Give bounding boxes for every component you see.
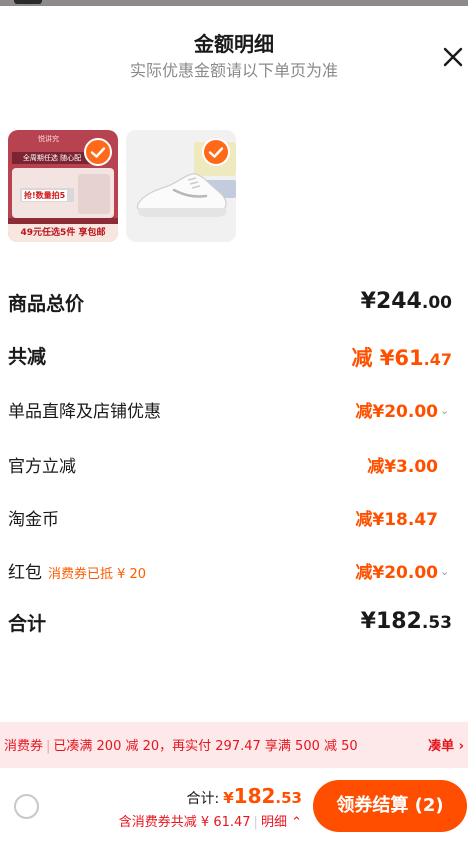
add-items-link[interactable]: 凑单 › — [428, 735, 464, 754]
divider: | — [253, 815, 258, 830]
total-decimal: .53 — [421, 613, 452, 633]
discount-value: 减¥3.00 — [367, 452, 438, 477]
product-thumbnail-2[interactable] — [126, 130, 236, 242]
footer-total-integer: 182 — [233, 784, 276, 808]
page-subtitle: 实际优惠金额请以下单页为准 — [129, 61, 338, 80]
detail-toggle[interactable]: 明细 ⌃ — [261, 815, 302, 830]
total-label: 合计 — [8, 613, 47, 635]
coupon-applied-tag: 消费券已抵 ¥ 20 — [48, 567, 147, 582]
status-bar-strip — [0, 0, 468, 6]
page-title: 金额明细 — [194, 32, 274, 56]
discount-value: 减¥20.00 ⌄ — [355, 558, 452, 583]
chevron-right-icon: › — [458, 739, 464, 754]
coupon-progress-text: 已凑满 200 减 20，再实付 297.47 享满 500 减 50 — [53, 739, 358, 754]
thumbnail-band-text: 全周期任选 随心配 — [12, 152, 92, 164]
total-discount-value: 减 ¥61.47 — [351, 342, 452, 372]
selected-check-icon[interactable] — [202, 138, 230, 166]
chevron-down-icon[interactable]: ⌄ — [440, 565, 452, 578]
currency-symbol: ¥ — [223, 789, 234, 807]
select-all-radio[interactable] — [14, 794, 39, 819]
subtotal-value: ¥244.00 — [361, 289, 452, 314]
chevron-down-icon[interactable]: ⌄ — [440, 404, 452, 417]
discount-label: 红包 — [8, 563, 42, 583]
discount-row-redpacket[interactable]: 红包 消费券已抵 ¥ 20 减¥20.00 ⌄ — [8, 558, 460, 588]
total-value: ¥182.53 — [361, 609, 452, 634]
discount-note-text: 含消费券共减 ¥ 61.47 — [118, 815, 251, 830]
thumbnail-side-pack — [78, 174, 110, 214]
currency-symbol: ¥ — [379, 346, 395, 370]
footer-total-decimal: .53 — [275, 789, 302, 807]
chevron-up-icon: ⌃ — [291, 815, 302, 830]
discount-row-coins: 淘金币 减¥18.47 — [8, 505, 460, 535]
currency-symbol: ¥ — [360, 609, 376, 634]
subtotal-integer: 244 — [375, 289, 422, 314]
discount-label: 单品直降及店铺优惠 — [8, 402, 161, 422]
discount-amount: 减¥3.00 — [367, 457, 438, 477]
checkout-bar: 合计: ¥182.53 含消费券共减 ¥ 61.47 | 明细 ⌃ 领券结算 (2) — [0, 768, 468, 842]
coupon-type: 消费券 — [4, 739, 44, 754]
total-discount-row: 共减 减 ¥61.47 — [8, 342, 460, 372]
discount-row-store[interactable]: 单品直降及店铺优惠 减¥20.00 ⌄ — [8, 397, 460, 427]
discount-amount: 减¥20.00 — [355, 402, 438, 422]
coupon-banner[interactable]: 消费券 | 已凑满 200 减 20，再实付 297.47 享满 500 减 50 … — [0, 722, 468, 768]
total-integer: 182 — [375, 609, 422, 634]
total-discount-decimal: .47 — [423, 350, 452, 369]
discount-value: 减¥20.00 ⌄ — [355, 397, 452, 422]
total-discount-integer: 61 — [394, 346, 424, 370]
subtotal-decimal: .00 — [421, 293, 452, 313]
subtotal-row: 商品总价 ¥244.00 — [8, 289, 460, 319]
product-thumbnail-1[interactable]: 悦讲究 全周期任选 随心配 抢!数量拍5 49元任选5件 享包邮 — [8, 130, 118, 242]
total-discount-label: 共减 — [8, 346, 47, 368]
total-row: 合计 ¥182.53 — [8, 609, 460, 639]
selected-check-icon[interactable] — [84, 138, 112, 166]
footer-total: 合计: ¥182.53 — [187, 784, 302, 808]
footer-discount-note: 含消费券共减 ¥ 61.47 | 明细 ⌃ — [119, 811, 302, 830]
thumbnail-badge-text: 抢!数量拍5 — [22, 190, 68, 201]
discount-prefix: 减 — [351, 346, 373, 370]
discount-amount: 减¥18.47 — [355, 510, 438, 530]
detail-toggle-label: 明细 — [260, 815, 287, 830]
subtotal-label: 商品总价 — [8, 293, 85, 315]
close-icon[interactable] — [440, 44, 466, 70]
discount-value: 减¥18.47 — [355, 505, 438, 530]
status-bar-tab — [14, 0, 42, 4]
currency-symbol: ¥ — [360, 289, 376, 314]
discount-amount: 减¥20.00 — [355, 563, 438, 583]
thumbnail-brand-text: 悦讲究 — [38, 135, 59, 143]
divider: | — [46, 739, 51, 754]
discount-row-official: 官方立减 减¥3.00 — [8, 452, 460, 482]
footer-total-label: 合计: — [186, 791, 220, 807]
discount-label: 淘金币 — [8, 510, 59, 530]
thumbnail-footer-text: 49元任选5件 享包邮 — [8, 224, 118, 242]
add-items-label: 凑单 — [428, 739, 455, 754]
coupon-banner-text: 消费券 | 已凑满 200 减 20，再实付 297.47 享满 500 减 50 — [4, 735, 358, 754]
discount-label: 官方立减 — [8, 457, 76, 477]
checkout-button[interactable]: 领券结算 (2) — [313, 780, 467, 832]
discount-label-group: 红包 消费券已抵 ¥ 20 — [8, 558, 146, 583]
